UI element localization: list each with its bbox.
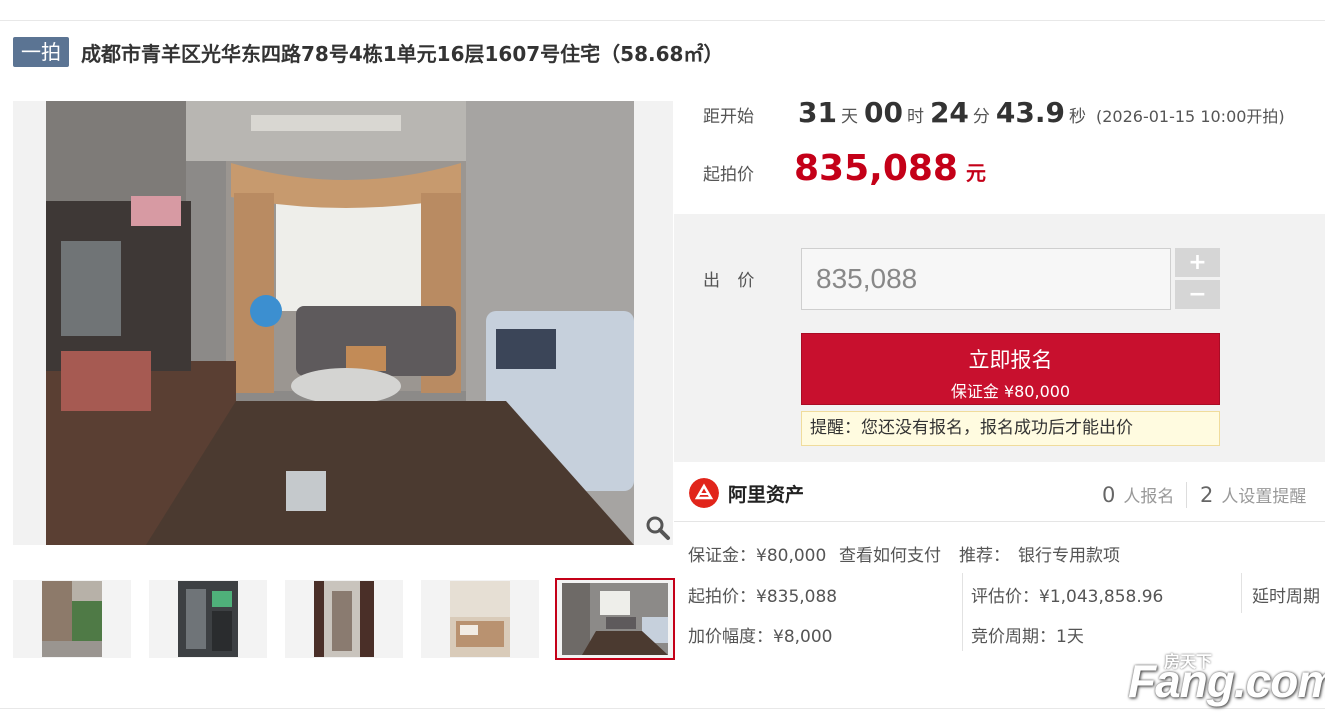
recommend-label: 推荐： — [959, 546, 1010, 566]
lot-title: 成都市青羊区光华东四路78号4栋1单元16层1607号住宅（58.68㎡） — [81, 41, 724, 66]
thumbnail-2[interactable] — [149, 580, 267, 658]
start-price-value: 835,088 — [794, 148, 958, 189]
countdown-hours-unit: 时 — [906, 107, 924, 127]
signup-button[interactable]: 立即报名 保证金 ¥80,000 — [801, 333, 1220, 405]
countdown-hours: 00 — [863, 96, 903, 129]
elevator-hall-thumbnail — [178, 581, 238, 657]
bank-account-link[interactable]: 银行专用款项 — [1018, 541, 1120, 566]
thumbnail-1[interactable] — [13, 580, 131, 658]
thumbnail-3[interactable] — [285, 580, 403, 658]
auction-start-time: (2026-01-15 10:00开拍) — [1096, 107, 1285, 126]
auction-round-badge: 一拍 — [13, 37, 69, 67]
main-photo[interactable] — [13, 101, 673, 545]
building-exterior-thumbnail — [42, 581, 102, 657]
signup-deposit-label: 保证金 ¥80,000 — [950, 382, 1071, 401]
bid-amount-input[interactable]: 835,088 — [801, 248, 1171, 310]
reminder-stat: 2 人设置提醒 — [1200, 482, 1306, 507]
reminder-count: 2 — [1200, 483, 1214, 507]
bottom-divider — [0, 708, 1325, 709]
hallway-door-thumbnail — [314, 581, 374, 657]
deposit-detail: 保证金：¥80,000 — [688, 546, 827, 566]
start-price: 起拍价 835,088 元 — [703, 148, 986, 189]
countdown-days-unit: 天 — [840, 107, 858, 127]
start-price-label: 起拍价 — [703, 165, 754, 185]
platform-row: 阿里资产 0 人报名 2 人设置提醒 — [674, 462, 1325, 522]
how-to-pay-link[interactable]: 查看如何支付 — [839, 541, 941, 566]
signup-count: 0 — [1102, 483, 1116, 507]
bid-panel: 出 价 835,088 + − 立即报名 保证金 ¥80,000 提醒：您还没有… — [674, 214, 1325, 462]
countdown-minutes: 24 — [929, 96, 969, 129]
living-room-photo — [46, 101, 634, 545]
fang-watermark: Fang.com 房天下 — [1128, 648, 1325, 708]
magnifier-icon[interactable] — [644, 514, 672, 542]
increment-detail: 加价幅度：¥8,000 — [688, 627, 833, 647]
signup-reminder: 提醒：您还没有报名，报名成功后才能出价 — [801, 411, 1220, 446]
title-row: 一拍 成都市青羊区光华东四路78号4栋1单元16层1607号住宅（58.68㎡） — [13, 36, 723, 68]
auction-page: 一拍 成都市青羊区光华东四路78号4栋1单元16层1607号住宅（58.68㎡） — [0, 0, 1325, 719]
details-divider-1 — [962, 573, 963, 651]
details-divider-2 — [1241, 573, 1242, 613]
top-divider — [0, 20, 1325, 21]
bedroom-thumbnail — [450, 581, 510, 657]
start-price-detail: 起拍价：¥835,088 — [688, 587, 838, 607]
countdown-seconds-unit: 秒 — [1069, 107, 1086, 127]
countdown-days: 31 — [798, 96, 837, 129]
watermark-cn: 房天下 — [1164, 652, 1213, 671]
start-price-unit: 元 — [965, 161, 986, 185]
stat-divider — [1186, 482, 1187, 508]
signup-count-text: 人报名 — [1123, 487, 1175, 507]
countdown: 距开始 31 天 00 时 24 分 43.9 秒 (2026-01-15 10… — [703, 90, 1285, 140]
bid-cycle-detail: 竞价周期：1天 — [971, 627, 1084, 647]
appraisal-detail: 评估价：¥1,043,858.96 — [971, 587, 1164, 607]
extension-detail: 延时周期 — [1252, 587, 1320, 607]
watermark-brand: Fang.com — [1128, 655, 1325, 707]
living-room-thumbnail — [562, 583, 668, 655]
countdown-minutes-unit: 分 — [972, 107, 990, 127]
thumbnail-4[interactable] — [421, 580, 539, 658]
thumbnail-5-active[interactable] — [555, 578, 675, 660]
increase-bid-button[interactable]: + — [1175, 248, 1220, 277]
platform-name: 阿里资产 — [728, 484, 805, 506]
countdown-seconds: 43.9 — [995, 96, 1065, 129]
signup-stat: 0 人报名 — [1102, 482, 1174, 507]
decrease-bid-button[interactable]: − — [1175, 280, 1220, 309]
bid-label: 出 价 — [703, 271, 761, 291]
signup-button-label: 立即报名 — [968, 348, 1053, 372]
thumbnail-strip — [13, 578, 675, 660]
reminder-count-text: 人设置提醒 — [1221, 487, 1307, 507]
ali-asset-logo-icon — [689, 478, 719, 508]
countdown-label: 距开始 — [703, 107, 754, 127]
